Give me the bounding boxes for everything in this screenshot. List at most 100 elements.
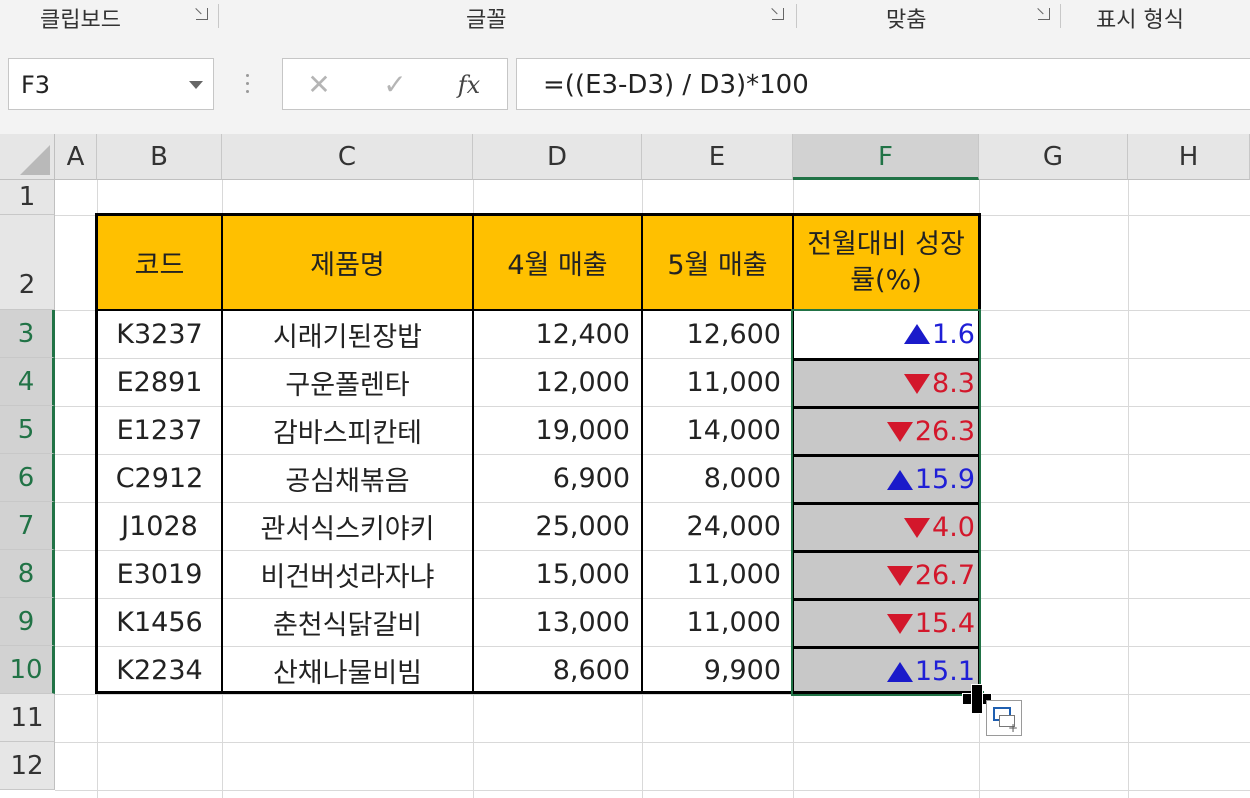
select-all-button[interactable] (0, 134, 55, 180)
row-header-2[interactable]: 2 (0, 215, 55, 310)
triangle-up-icon (886, 661, 913, 682)
cell-may-sales[interactable]: 12,600 (642, 310, 793, 358)
cell-april-sales[interactable]: 19,000 (473, 406, 642, 454)
cell-may-sales[interactable]: 11,000 (642, 550, 793, 598)
column-header-g[interactable]: G (979, 134, 1128, 180)
cell-product[interactable]: 춘천식닭갈비 (222, 598, 473, 646)
cell-growth[interactable]: 15.9 (793, 454, 979, 502)
cell-code[interactable]: K1456 (97, 598, 222, 646)
worksheet-grid[interactable]: A B C D E F G H 1 2 3 4 5 6 7 8 9 10 11 … (0, 134, 1250, 798)
column-header-b[interactable]: B (97, 134, 222, 180)
row-header-12[interactable]: 12 (0, 742, 55, 790)
table-border (96, 309, 980, 311)
quick-analysis-icon[interactable]: + (986, 700, 1022, 736)
font-dialog-launcher-icon[interactable] (772, 8, 784, 20)
cell-code[interactable]: C2912 (97, 454, 222, 502)
row-header-8[interactable]: 8 (0, 550, 55, 598)
header-cell-may-sales[interactable]: 5월 매출 (642, 215, 793, 310)
cell-code[interactable]: K3237 (97, 310, 222, 358)
formula-input[interactable]: =((E3-D3) / D3)*100 (516, 58, 1250, 110)
cell-growth[interactable]: 8.3 (793, 358, 979, 406)
gridline (55, 694, 1250, 695)
triangle-down-icon (886, 421, 913, 442)
growth-value: 1.6 (932, 318, 975, 350)
cell-april-sales[interactable]: 12,400 (473, 310, 642, 358)
ribbon-group-font: 글꼴 (466, 8, 507, 33)
cell-product[interactable]: 공심채볶음 (222, 454, 473, 502)
name-box-value: F3 (21, 71, 51, 99)
row-header-10[interactable]: 10 (0, 646, 55, 694)
cell-may-sales[interactable]: 8,000 (642, 454, 793, 502)
column-header-h[interactable]: H (1128, 134, 1250, 180)
chevron-down-icon[interactable] (189, 81, 203, 89)
column-header-a[interactable]: A (55, 134, 97, 180)
gridline (1128, 180, 1129, 798)
cell-code[interactable]: E3019 (97, 550, 222, 598)
table-border (641, 214, 643, 694)
header-cell-code[interactable]: 코드 (97, 215, 222, 310)
insert-function-icon[interactable]: fx (449, 67, 489, 103)
cell-may-sales[interactable]: 14,000 (642, 406, 793, 454)
cell-code[interactable]: K2234 (97, 646, 222, 694)
column-header-f[interactable]: F (793, 134, 979, 180)
formula-bar: F3 ✕ ✓ fx =((E3-D3) / D3)*100 (0, 34, 1250, 134)
cell-may-sales[interactable]: 11,000 (642, 598, 793, 646)
cell-april-sales[interactable]: 12,000 (473, 358, 642, 406)
row-header-1[interactable]: 1 (0, 180, 55, 215)
table-border (221, 214, 223, 694)
gridline (55, 790, 1250, 791)
row-header-6[interactable]: 6 (0, 454, 55, 502)
cell-april-sales[interactable]: 25,000 (473, 502, 642, 550)
cell-april-sales[interactable]: 13,000 (473, 598, 642, 646)
triangle-down-icon (886, 565, 913, 586)
cell-code[interactable]: E1237 (97, 406, 222, 454)
triangle-up-icon (886, 469, 913, 490)
cell-may-sales[interactable]: 9,900 (642, 646, 793, 694)
row-header-9[interactable]: 9 (0, 598, 55, 646)
row-header-4[interactable]: 4 (0, 358, 55, 406)
cell-product[interactable]: 구운폴렌타 (222, 358, 473, 406)
cancel-icon[interactable]: ✕ (299, 67, 339, 103)
cell-product[interactable]: 비건버섯라자냐 (222, 550, 473, 598)
header-cell-april-sales[interactable]: 4월 매출 (473, 215, 642, 310)
ribbon-separator (218, 4, 219, 28)
column-header-d[interactable]: D (473, 134, 642, 180)
header-cell-growth[interactable]: 전월대비 성장률(%) (793, 215, 979, 310)
cell-growth[interactable]: 26.7 (793, 550, 979, 598)
alignment-dialog-launcher-icon[interactable] (1038, 8, 1050, 20)
triangle-down-icon (904, 373, 931, 394)
formula-bar-grip-icon[interactable] (246, 74, 250, 94)
clipboard-dialog-launcher-icon[interactable] (196, 8, 208, 20)
cell-product[interactable]: 산채나물비빔 (222, 646, 473, 694)
cell-growth[interactable]: 26.3 (793, 406, 979, 454)
cell-product[interactable]: 감바스피칸테 (222, 406, 473, 454)
growth-value: 26.3 (914, 416, 975, 447)
formula-text: =((E3-D3) / D3)*100 (543, 70, 809, 100)
row-header-7[interactable]: 7 (0, 502, 55, 550)
cell-product[interactable]: 시래기된장밥 (222, 310, 473, 358)
cell-april-sales[interactable]: 6,900 (473, 454, 642, 502)
row-header-11[interactable]: 11 (0, 694, 55, 742)
cell-may-sales[interactable]: 11,000 (642, 358, 793, 406)
row-header-5[interactable]: 5 (0, 406, 55, 454)
triangle-down-icon (904, 517, 931, 538)
table-border (792, 214, 794, 694)
row-header-3[interactable]: 3 (0, 310, 55, 358)
cell-growth[interactable]: 1.6 (793, 310, 979, 358)
name-box[interactable]: F3 (8, 58, 214, 110)
cell-growth[interactable]: 15.4 (793, 598, 979, 646)
cell-april-sales[interactable]: 8,600 (473, 646, 642, 694)
cell-may-sales[interactable]: 24,000 (642, 502, 793, 550)
cell-april-sales[interactable]: 15,000 (473, 550, 642, 598)
cell-growth[interactable]: 15.1 (793, 646, 979, 694)
ribbon-group-labels: 클립보드 글꼴 맞춤 표시 형식 (0, 0, 1250, 35)
column-header-e[interactable]: E (642, 134, 793, 180)
cell-product[interactable]: 관서식스키야키 (222, 502, 473, 550)
cell-growth[interactable]: 4.0 (793, 502, 979, 550)
column-header-c[interactable]: C (222, 134, 473, 180)
growth-value: 4.0 (932, 512, 975, 543)
enter-icon[interactable]: ✓ (375, 67, 415, 103)
cell-code[interactable]: J1028 (97, 502, 222, 550)
header-cell-product[interactable]: 제품명 (222, 215, 473, 310)
cell-code[interactable]: E2891 (97, 358, 222, 406)
